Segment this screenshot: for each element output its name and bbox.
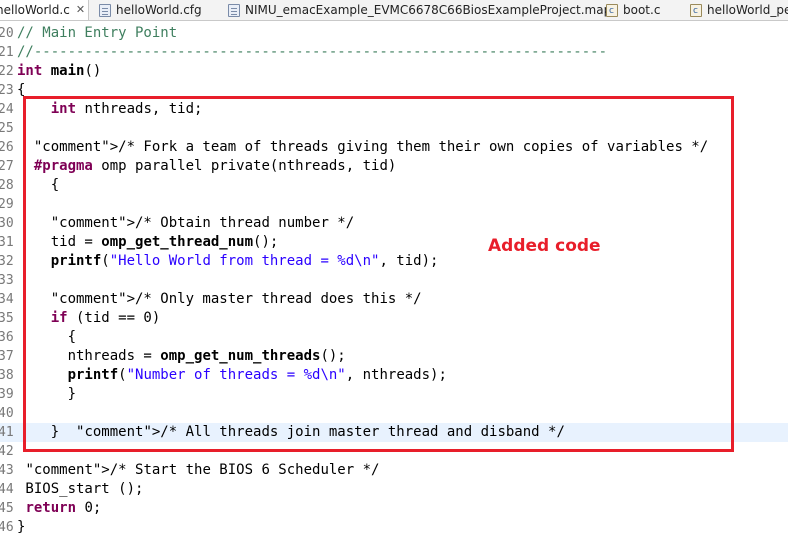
- tab-map-file[interactable]: NIMU_emacExample_EVMC6678C66BiosExampleP…: [228, 0, 611, 20]
- line-number: 26: [0, 140, 14, 155]
- code-line[interactable]: 46}: [0, 518, 788, 537]
- line-number: 36: [0, 330, 14, 345]
- line-number: 41: [0, 425, 14, 440]
- code-line[interactable]: 33: [0, 271, 788, 290]
- code-line[interactable]: 22 int main(): [0, 62, 788, 81]
- code-line[interactable]: 21//------------------------------------…: [0, 43, 788, 62]
- map-file-icon: [228, 3, 240, 17]
- code-text: "comment">/* Start the BIOS 6 Scheduler …: [25, 462, 380, 478]
- cfg-file-icon: [99, 3, 111, 17]
- line-number: 39: [0, 387, 14, 402]
- code-text: // Main Entry Point: [17, 25, 178, 41]
- code-text: "comment">/* Only master thread does thi…: [50, 291, 422, 307]
- code-line[interactable]: 34 "comment">/* Only master thread does …: [0, 290, 788, 309]
- line-number: 45: [0, 501, 14, 516]
- code-text: }: [17, 519, 26, 535]
- code-text: return 0;: [25, 500, 102, 516]
- code-line[interactable]: 29: [0, 195, 788, 214]
- code-text: } "comment">/* All threads join master t…: [17, 424, 565, 440]
- line-number: 29: [0, 197, 14, 212]
- code-line[interactable]: 32 printf("Hello World from thread = %d\…: [0, 252, 788, 271]
- code-line[interactable]: 37 nthreads = omp_get_num_threads();: [0, 347, 788, 366]
- line-number: 28: [0, 178, 14, 193]
- code-line[interactable]: 20// Main Entry Point: [0, 24, 788, 43]
- code-line[interactable]: 39 }: [0, 385, 788, 404]
- code-text: {: [17, 329, 77, 345]
- line-number: 42: [0, 444, 14, 459]
- code-line[interactable]: 25: [0, 119, 788, 138]
- code-line[interactable]: 41 } "comment">/* All threads join maste…: [0, 423, 788, 442]
- code-text: {: [17, 177, 60, 193]
- code-line[interactable]: 24 int nthreads, tid;: [0, 100, 788, 119]
- line-number: 23: [0, 83, 14, 98]
- code-text: BIOS_start ();: [17, 481, 144, 497]
- code-text: tid = omp_get_thread_num();: [17, 234, 279, 250]
- line-number: 32: [0, 254, 14, 269]
- code-line[interactable]: 43 "comment">/* Start the BIOS 6 Schedul…: [0, 461, 788, 480]
- code-line[interactable]: 35 if (tid == 0): [0, 309, 788, 328]
- code-text: //--------------------------------------…: [17, 44, 608, 60]
- tab-label: helloWorld.c: [0, 3, 70, 17]
- code-line[interactable]: 40: [0, 404, 788, 423]
- code-text: int nthreads, tid;: [50, 101, 203, 117]
- code-text: nthreads = omp_get_num_threads();: [17, 348, 346, 364]
- code-line[interactable]: 26 "comment">/* Fork a team of threads g…: [0, 138, 788, 157]
- tab-label: NIMU_emacExample_EVMC6678C66BiosExampleP…: [245, 3, 612, 17]
- c-file-icon: [606, 1, 618, 20]
- code-text: printf("Number of threads = %d\n", nthre…: [67, 367, 447, 383]
- added-code-annotation: Added code: [488, 236, 601, 256]
- code-line[interactable]: 36 {: [0, 328, 788, 347]
- tab-label: helloWorld_pe6: [707, 3, 788, 17]
- code-text: int main(): [17, 63, 102, 79]
- line-number: 31: [0, 235, 14, 250]
- code-text: "comment">/* Obtain thread number */: [50, 215, 355, 231]
- line-number: 44: [0, 482, 14, 497]
- line-number: 22: [0, 64, 14, 79]
- line-number: 40: [0, 406, 14, 421]
- line-number: 43: [0, 463, 14, 478]
- code-text: printf("Hello World from thread = %d\n",…: [50, 253, 439, 269]
- code-line[interactable]: 42: [0, 442, 788, 461]
- code-text: #pragma omp parallel private(nthreads, t…: [33, 158, 397, 174]
- line-number: 37: [0, 349, 14, 364]
- line-number: 20: [0, 26, 14, 41]
- code-text: {: [17, 82, 26, 98]
- code-line[interactable]: 45 return 0;: [0, 499, 788, 518]
- code-line[interactable]: 27 #pragma omp parallel private(nthreads…: [0, 157, 788, 176]
- line-number: 46: [0, 520, 14, 535]
- editor-tab-bar: helloWorld.c ✕ helloWorld.cfg NIMU_emacE…: [0, 0, 788, 21]
- line-number: 30: [0, 216, 14, 231]
- code-text: }: [17, 386, 77, 402]
- code-text: if (tid == 0): [50, 310, 161, 326]
- line-number: 34: [0, 292, 14, 307]
- line-number: 27: [0, 159, 14, 174]
- line-number: 25: [0, 121, 14, 136]
- code-line[interactable]: 44 BIOS_start ();: [0, 480, 788, 499]
- code-text: "comment">/* Fork a team of threads givi…: [33, 139, 709, 155]
- code-line[interactable]: 38 printf("Number of threads = %d\n", nt…: [0, 366, 788, 385]
- code-line[interactable]: 28 {: [0, 176, 788, 195]
- code-line[interactable]: 23{: [0, 81, 788, 100]
- code-line[interactable]: 31 tid = omp_get_thread_num();: [0, 233, 788, 252]
- code-line[interactable]: 30 "comment">/* Obtain thread number */: [0, 214, 788, 233]
- tab-boot-c[interactable]: boot.c: [606, 0, 660, 20]
- close-tab-icon[interactable]: ✕: [76, 0, 85, 20]
- tab-hello-world-c[interactable]: helloWorld.c ✕: [0, 0, 89, 20]
- tab-label: helloWorld.cfg: [116, 3, 202, 17]
- line-number: 24: [0, 102, 14, 117]
- tab-label: boot.c: [623, 3, 661, 17]
- c-file-icon: [690, 1, 702, 20]
- tab-hello-world-pe6[interactable]: helloWorld_pe6: [690, 0, 788, 20]
- line-number: 21: [0, 45, 14, 60]
- line-number: 35: [0, 311, 14, 326]
- line-number: 38: [0, 368, 14, 383]
- line-number: 33: [0, 273, 14, 288]
- tab-hello-world-cfg[interactable]: helloWorld.cfg: [99, 0, 202, 20]
